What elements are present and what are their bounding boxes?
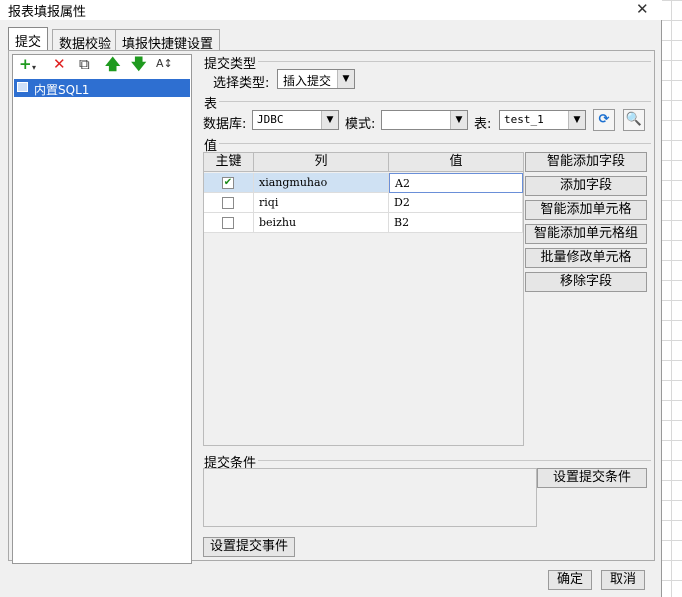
dialog: 报表填报属性 ✕ 提交 数据校验 填报快捷键设置 + ▾ ✕ ⧉ 🡅 🡇 A↕ … xyxy=(0,0,662,597)
cancel-button[interactable]: 取消 xyxy=(601,570,645,590)
close-icon[interactable]: ✕ xyxy=(636,0,649,18)
titlebar: 报表填报属性 ✕ xyxy=(0,0,662,20)
tab-shortcut-settings[interactable]: 填报快捷键设置 xyxy=(115,29,221,52)
header-column[interactable]: 列 xyxy=(254,153,389,172)
database-value: JDBC xyxy=(257,113,284,126)
header-value[interactable]: 值 xyxy=(389,153,523,172)
chevron-down-icon: ▼ xyxy=(568,111,585,129)
submit-type-value: 插入提交 xyxy=(283,74,332,88)
mode-label: 模式: xyxy=(345,117,376,132)
table-row[interactable]: riqi D2 xyxy=(204,193,523,213)
table-select[interactable]: test_1 ▼ xyxy=(499,110,586,130)
preview-table-icon[interactable]: 🔍 xyxy=(623,109,645,131)
primary-key-checkbox[interactable] xyxy=(222,217,234,229)
submit-type-select[interactable]: 插入提交 ▼ xyxy=(277,69,355,89)
column-cell[interactable]: beizhu xyxy=(254,213,389,233)
table-header: 主键 列 值 xyxy=(204,153,523,172)
tab-data-validation[interactable]: 数据校验 xyxy=(52,29,119,52)
condition-display xyxy=(203,468,537,527)
column-cell[interactable]: xiangmuhao xyxy=(254,173,389,193)
window-title: 报表填报属性 xyxy=(8,5,87,20)
field-table: 主键 列 值 ✔ xiangmuhao A2 riqi D2 beizhu B2 xyxy=(203,152,524,446)
section-divider xyxy=(205,61,651,62)
chevron-down-icon: ▼ xyxy=(337,70,354,88)
primary-key-cell xyxy=(204,213,254,233)
table-value: test_1 xyxy=(504,113,544,126)
set-condition-button[interactable]: 设置提交条件 xyxy=(537,468,647,488)
header-primary-key[interactable]: 主键 xyxy=(204,153,254,172)
table-label: 表: xyxy=(474,117,492,132)
section-divider xyxy=(205,143,651,144)
remove-field-button[interactable]: 移除字段 xyxy=(525,272,647,292)
smart-add-field-button[interactable]: 智能添加字段 xyxy=(525,152,647,172)
table-row[interactable]: beizhu B2 xyxy=(204,213,523,233)
primary-key-cell xyxy=(204,193,254,213)
primary-key-checkbox[interactable]: ✔ xyxy=(222,177,234,189)
sql-list-panel xyxy=(12,54,192,564)
mode-select[interactable]: ▼ xyxy=(381,110,468,130)
smart-add-cell-button[interactable]: 智能添加单元格 xyxy=(525,200,647,220)
move-up-icon[interactable]: 🡅 xyxy=(105,56,120,72)
delete-icon[interactable]: ✕ xyxy=(53,56,66,72)
tab-submit[interactable]: 提交 xyxy=(8,27,49,51)
batch-edit-cell-button[interactable]: 批量修改单元格 xyxy=(525,248,647,268)
chevron-down-icon: ▼ xyxy=(450,111,467,129)
refresh-icon[interactable]: ⟳ xyxy=(593,109,615,131)
submit-type-label: 选择类型: xyxy=(213,76,270,91)
primary-key-cell: ✔ xyxy=(204,173,254,193)
tree-item-label: 内置SQL1 xyxy=(34,83,90,97)
value-cell[interactable]: D2 xyxy=(389,193,523,213)
smart-add-cell-group-button[interactable]: 智能添加单元格组 xyxy=(525,224,647,244)
database-select[interactable]: JDBC ▼ xyxy=(252,110,339,130)
move-down-icon[interactable]: 🡇 xyxy=(131,56,146,72)
chevron-down-icon[interactable]: ▾ xyxy=(32,60,36,76)
section-submit-type: 提交类型 xyxy=(204,53,259,72)
value-cell[interactable]: B2 xyxy=(389,213,523,233)
database-label: 数据库: xyxy=(203,117,247,132)
value-cell[interactable]: A2 xyxy=(389,173,523,193)
tree-item-sql1[interactable]: 内置SQL1 xyxy=(14,79,190,97)
add-icon[interactable]: + xyxy=(19,56,32,72)
table-row[interactable]: ✔ xiangmuhao A2 xyxy=(204,173,523,193)
chevron-down-icon: ▼ xyxy=(321,111,338,129)
section-divider xyxy=(205,101,651,102)
ok-button[interactable]: 确定 xyxy=(548,570,592,590)
sort-icon[interactable]: A↕ xyxy=(156,56,173,72)
copy-icon[interactable]: ⧉ xyxy=(79,56,90,72)
add-field-button[interactable]: 添加字段 xyxy=(525,176,647,196)
table-icon xyxy=(17,82,28,92)
primary-key-checkbox[interactable] xyxy=(222,197,234,209)
section-table: 表 xyxy=(204,93,220,112)
section-divider xyxy=(205,460,651,461)
set-event-button[interactable]: 设置提交事件 xyxy=(203,537,295,557)
column-cell[interactable]: riqi xyxy=(254,193,389,213)
